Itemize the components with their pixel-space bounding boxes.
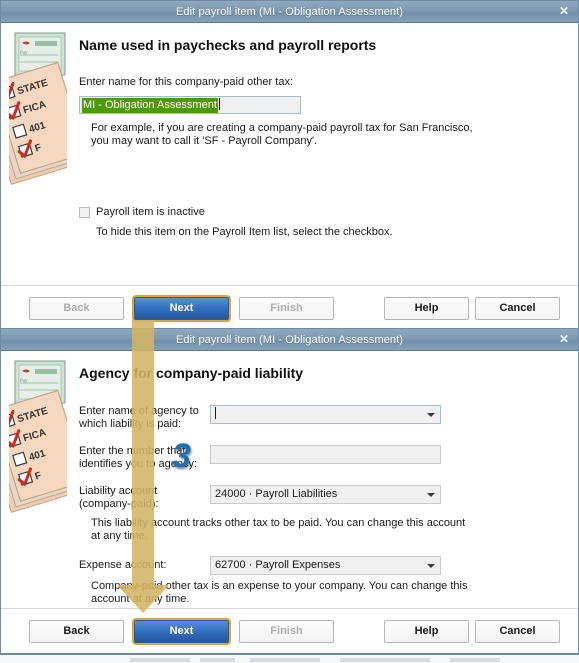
chevron-down-icon[interactable] (427, 564, 435, 568)
inactive-checkbox-label: Payroll item is inactive (96, 206, 205, 218)
cancel-button[interactable]: Cancel (475, 620, 560, 643)
back-button[interactable]: Back (29, 620, 124, 643)
close-icon[interactable]: ✕ (556, 3, 572, 19)
svg-text:Pay: Pay (20, 379, 28, 384)
dialog2-body: Pay STATE FICA 401 F Agency for company-… (1, 351, 578, 655)
liability-hint-line1: This liability account tracks other tax … (91, 517, 466, 529)
expense-hint-line1: Company-paid other tax is an expense to … (91, 580, 468, 592)
agency-name-label-line1: Enter name of agency to (79, 405, 199, 417)
finish-button: Finish (239, 620, 334, 643)
dialog2-footer: Back Next Finish Help Cancel (1, 608, 578, 655)
name-example-line2: you may want to call it 'SF - Payroll Co… (91, 135, 318, 147)
agency-name-label-line2: which liability is paid: (79, 418, 182, 430)
liability-account-combobox[interactable]: 24000 · Payroll Liabilities (210, 485, 441, 504)
text-caret (215, 407, 216, 419)
next-button[interactable]: Next (134, 620, 229, 643)
dialog1-content: Name used in paychecks and payroll repor… (79, 23, 568, 239)
page-title: Name used in paychecks and payroll repor… (79, 37, 377, 53)
help-button[interactable]: Help (384, 620, 469, 643)
agency-name-row: Enter name of agency to which liability … (79, 405, 568, 435)
chevron-down-icon[interactable] (427, 413, 435, 417)
paycheck-checklist-icon: Pay STATE FICA 401 F (9, 359, 67, 514)
expense-account-row: Expense account: 62700 · Payroll Expense… (79, 556, 568, 580)
dialog1-title: Edit payroll item (MI - Obligation Asses… (175, 5, 404, 18)
dialog2-titlebar: Edit payroll item (MI - Obligation Asses… (1, 329, 578, 351)
text-caret (218, 98, 220, 110)
chevron-down-icon[interactable] (427, 493, 435, 497)
background-window-sliver (0, 653, 579, 663)
payroll-item-name-input[interactable]: MI - Obligation Assessment (79, 96, 301, 114)
checkbox-unchecked-icon[interactable] (79, 207, 90, 218)
next-button[interactable]: Next (134, 297, 229, 320)
dialog2-content: Agency for company-paid liability Enter … (79, 351, 568, 606)
dialog1-titlebar: Edit payroll item (MI - Obligation Asses… (1, 1, 578, 23)
agency-name-combobox[interactable] (210, 405, 441, 424)
dialog1-body: Pay STATE FICA 401 F Name used in payche… (1, 23, 578, 332)
liability-account-label-line2: (company-paid): (79, 498, 159, 510)
edit-payroll-item-dialog-step-agency: Edit payroll item (MI - Obligation Asses… (0, 328, 579, 655)
liability-account-row: Liability account (company-paid): 24000 … (79, 485, 568, 517)
agency-number-label-line2: identifies you to agency: (79, 458, 198, 470)
inactive-checkbox-row[interactable]: Payroll item is inactive (79, 206, 568, 219)
payroll-item-name-value: MI - Obligation Assessment (82, 98, 218, 113)
liability-account-label-line1: Liability account (79, 485, 158, 497)
paycheck-checklist-icon: Pay STATE FICA 401 F (9, 31, 67, 186)
name-example-line1: For example, if you are creating a compa… (91, 122, 473, 134)
agency-number-row: Enter the number that identifies you to … (79, 445, 568, 475)
agency-number-input[interactable] (210, 445, 441, 464)
liability-hint-line2: at any time. (91, 530, 148, 542)
agency-number-label-line1: Enter the number that (79, 445, 186, 457)
expense-account-label: Expense account: (79, 559, 167, 571)
expense-hint-line2: account at any time. (91, 593, 190, 605)
svg-text:Pay: Pay (20, 51, 28, 56)
name-field-label: Enter name for this company-paid other t… (79, 76, 293, 88)
dialog1-footer: Back Next Finish Help Cancel (1, 285, 578, 332)
expense-account-value: 62700 · Payroll Expenses (215, 559, 341, 571)
back-button: Back (29, 297, 124, 320)
finish-button: Finish (239, 297, 334, 320)
liability-account-value: 24000 · Payroll Liabilities (215, 488, 338, 500)
page-title: Agency for company-paid liability (79, 365, 304, 381)
expense-account-combobox[interactable]: 62700 · Payroll Expenses (210, 556, 441, 575)
help-button[interactable]: Help (384, 297, 469, 320)
close-icon[interactable]: ✕ (556, 331, 572, 347)
dialog2-title: Edit payroll item (MI - Obligation Asses… (175, 333, 404, 346)
inactive-hint: To hide this item on the Payroll Item li… (96, 226, 393, 238)
edit-payroll-item-dialog-step-name: Edit payroll item (MI - Obligation Asses… (0, 0, 579, 332)
cancel-button[interactable]: Cancel (475, 297, 560, 320)
